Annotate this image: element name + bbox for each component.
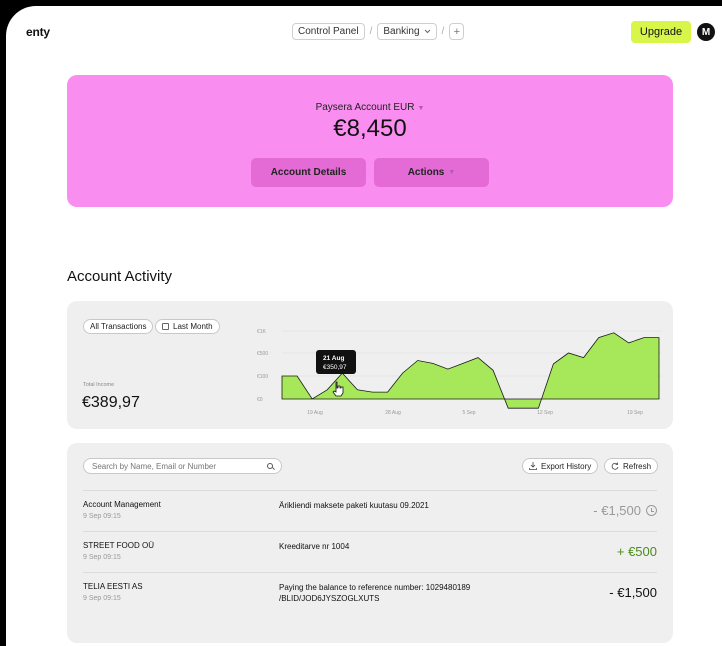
clock-icon (646, 505, 657, 516)
filter-label: All Transactions (90, 322, 147, 331)
tooltip-date: 21 Aug (323, 355, 344, 362)
section-title: Account Activity (67, 268, 173, 285)
transaction-description: Ärikliendi maksete paketi kuutasu 09.202… (279, 501, 429, 510)
chart-tooltip: 21 Aug €350,97 (316, 350, 356, 374)
all-transactions-filter[interactable]: All Transactions (83, 319, 154, 334)
search-box[interactable] (83, 458, 282, 474)
transaction-name: STREET FOOD OÜ (83, 541, 154, 550)
x-tick-label: 28 Aug (385, 410, 401, 416)
screen-frame: enty Control Panel / Banking / + Upgrade… (0, 0, 722, 646)
y-tick-label: €500 (257, 351, 268, 357)
button-label: Actions (407, 167, 445, 178)
account-balance: €8,450 (333, 115, 407, 142)
export-history-button[interactable]: Export History (522, 458, 599, 474)
refresh-button[interactable]: Refresh (604, 458, 659, 474)
transactions-card: Export History Refresh Account Managemen… (67, 443, 673, 643)
chart-y-axis: €1K €500 €100 €0 (257, 329, 268, 403)
account-selector[interactable]: Paysera Account EUR ▼ (67, 102, 673, 113)
avatar[interactable]: M (697, 23, 715, 41)
button-label: Refresh (623, 461, 652, 471)
x-tick-label: 19 Sep (627, 410, 643, 416)
upgrade-button[interactable]: Upgrade (631, 21, 691, 43)
x-tick-label: 12 Sep (537, 410, 553, 416)
transaction-time: 9 Sep 09:15 (83, 513, 121, 520)
button-label: Export History (541, 461, 592, 471)
breadcrumb-banking[interactable]: Banking (377, 23, 437, 40)
y-tick-label: €0 (257, 397, 263, 403)
breadcrumb: Control Panel / Banking / + (292, 23, 465, 40)
actions-button[interactable]: Actions ▼ (374, 158, 489, 187)
breadcrumb-separator: / (369, 26, 373, 37)
calendar-icon (162, 323, 169, 330)
transaction-description: Paying the balance to reference number: … (279, 583, 471, 603)
transaction-name: Account Management (83, 500, 161, 509)
total-income-label: Total Income (83, 382, 115, 388)
transaction-amount-container: - €1,500 (593, 503, 657, 518)
transaction-amount-container: - €1,500 (609, 585, 657, 600)
app-window: enty Control Panel / Banking / + Upgrade… (6, 6, 722, 646)
caret-down-icon: ▼ (417, 105, 425, 112)
x-tick-label: 5 Sep (462, 410, 475, 416)
transaction-time: 9 Sep 09:15 (83, 595, 121, 602)
caret-down-icon: ▼ (448, 169, 456, 176)
search-input[interactable] (92, 461, 252, 471)
top-bar: enty Control Panel / Banking / + Upgrade… (6, 6, 722, 56)
breadcrumb-label: Banking (383, 26, 420, 37)
breadcrumb-label: Control Panel (298, 26, 359, 37)
transaction-name: TELIA EESTI AS (83, 582, 143, 591)
y-tick-label: €1K (257, 329, 267, 335)
transaction-row[interactable]: STREET FOOD OÜ 9 Sep 09:15 Kreeditarve n… (83, 531, 657, 571)
transaction-amount: + €500 (616, 544, 657, 559)
income-chart[interactable]: €1K€500€100€0 19 Aug 28 Aug 5 Sep 12 Sep 19 … (237, 311, 665, 421)
y-tick-label: €100 (257, 374, 268, 380)
account-card: Paysera Account EUR ▼ €8,450 Account Deta… (67, 75, 673, 207)
breadcrumb-control-panel[interactable]: Control Panel (292, 23, 365, 40)
add-tab-button[interactable]: + (449, 23, 465, 40)
chevron-down-icon (424, 29, 430, 34)
x-tick-label: 19 Aug (307, 410, 323, 416)
transaction-amount-container: + €500 (617, 544, 657, 559)
total-income-value: €389,97 (82, 394, 140, 411)
transaction-description: Kreeditarve nr 1004 (279, 542, 350, 551)
tooltip-value: €350,97 (323, 364, 347, 371)
transaction-amount: - €1,500 (593, 503, 641, 518)
refresh-icon (611, 462, 619, 470)
transaction-row[interactable]: TELIA EESTI AS 9 Sep 09:15 Paying the ba… (83, 572, 657, 612)
button-label: Account Details (270, 167, 347, 178)
account-details-button[interactable]: Account Details (251, 158, 366, 187)
account-name: Paysera Account EUR (315, 102, 415, 113)
breadcrumb-separator: / (441, 26, 445, 37)
search-icon (267, 463, 273, 469)
app-logo[interactable]: enty (26, 25, 50, 39)
transaction-amount: - €1,500 (609, 585, 657, 600)
transaction-time: 9 Sep 09:15 (83, 554, 121, 561)
transaction-row[interactable]: Account Management 9 Sep 09:15 Ärikliend… (83, 490, 657, 530)
filter-label: Last Month (173, 322, 213, 331)
period-filter[interactable]: Last Month (155, 319, 220, 334)
download-icon (529, 462, 537, 470)
chart-x-axis: 19 Aug 28 Aug 5 Sep 12 Sep 19 Sep (307, 410, 643, 416)
activity-chart-card: All Transactions Last Month Total Income… (67, 301, 673, 429)
